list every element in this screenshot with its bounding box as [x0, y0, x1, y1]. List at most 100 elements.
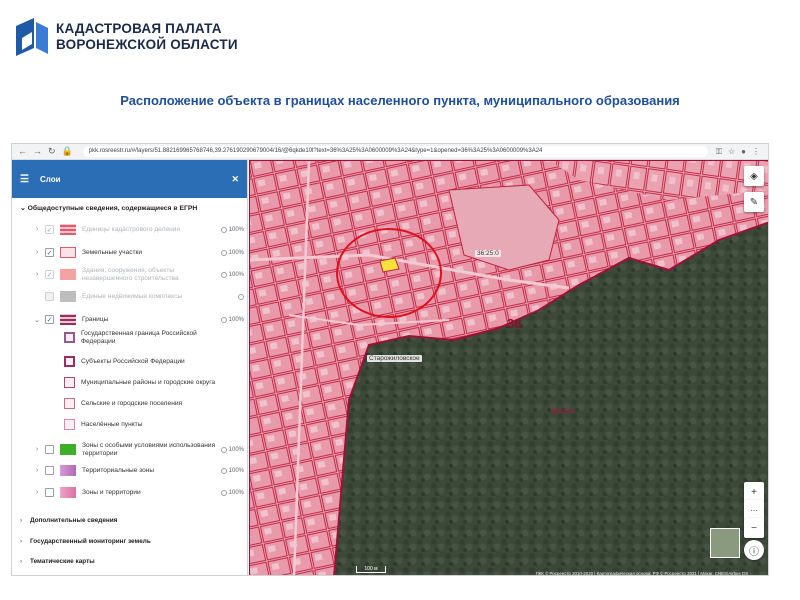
- chevron-down-icon: ⌄: [20, 205, 26, 212]
- chevron-right-icon[interactable]: ›: [32, 249, 42, 256]
- sublayer-municipal-districts[interactable]: Муниципальные районы и городские округа: [64, 377, 244, 388]
- reload-icon[interactable]: ↻: [48, 146, 56, 157]
- sublayer-swatch: [64, 332, 75, 343]
- back-icon[interactable]: ←: [18, 146, 27, 157]
- basemap-thumbnail[interactable]: [710, 528, 740, 558]
- layer-swatch: [60, 224, 76, 235]
- sublayer-subjects[interactable]: Субъекты Российской Федерации: [64, 356, 244, 367]
- browser-toolbar: ← → ↻ 🔒 pkk.rosreestr.ru/#/layers/51.882…: [12, 144, 768, 160]
- opacity-icon[interactable]: [220, 446, 227, 453]
- layers-panel-title: Слои: [40, 174, 61, 184]
- layer-checkbox[interactable]: [45, 292, 54, 301]
- cadastral-zone-label-2: 36:25:0: [475, 250, 501, 257]
- section-additional-info[interactable]: › Дополнительные сведения: [12, 517, 248, 524]
- measure-ruler-icon[interactable]: ✎: [744, 192, 764, 212]
- layer-checkbox[interactable]: [45, 488, 54, 497]
- lock-icon: 🔒: [61, 146, 73, 156]
- layer-row-borders[interactable]: ⌄ ✓ Границы 100%: [12, 314, 248, 325]
- layer-label: Единицы кадастрового деления: [82, 225, 181, 233]
- org-name-line1: КАДАСТРОВАЯ ПАЛАТА: [56, 21, 222, 36]
- layer-swatch: [60, 247, 76, 258]
- map-view[interactable]: Старожиловское 36 36:25:0 36:25:0 ◈ ✎ + …: [249, 160, 769, 576]
- layer-row-cadastral-units[interactable]: › ✓ Единицы кадастрового деления 100%: [12, 224, 248, 235]
- chevron-right-icon: ›: [20, 538, 23, 545]
- sublayer-swatch: [64, 419, 75, 430]
- layer-label: Зоны с особыми условиями использования т…: [82, 442, 216, 457]
- opacity-icon[interactable]: [220, 271, 227, 278]
- layer-checkbox[interactable]: [45, 445, 54, 454]
- layer-swatch: [60, 291, 76, 302]
- key-icon[interactable]: ⚿: [716, 147, 722, 157]
- forward-icon[interactable]: →: [33, 146, 42, 157]
- layer-checkbox[interactable]: [45, 466, 54, 475]
- chevron-right-icon: ›: [20, 517, 23, 524]
- chevron-right-icon[interactable]: ›: [32, 226, 42, 233]
- layer-label: Зоны и территории: [82, 488, 141, 496]
- slide-title: Расположение объекта в границах населенн…: [120, 93, 680, 108]
- zoom-in-button[interactable]: +: [744, 482, 764, 502]
- chevron-right-icon[interactable]: ›: [32, 467, 42, 474]
- section-thematic-maps[interactable]: › Тематические карты: [12, 558, 248, 565]
- egrn-section-title[interactable]: ⌄ Общедоступные сведения, содержащиеся в…: [12, 198, 247, 212]
- close-icon[interactable]: ✕: [231, 174, 239, 185]
- layer-swatch: [60, 314, 76, 325]
- layer-checkbox[interactable]: ✓: [45, 315, 54, 324]
- layer-checkbox[interactable]: ✓: [45, 225, 54, 234]
- opacity-icon[interactable]: [220, 226, 227, 233]
- layer-swatch: [60, 269, 76, 280]
- sublayer-state-border[interactable]: Государственная граница Российской Федер…: [64, 330, 244, 345]
- org-name-line2: ВОРОНЕЖСКОЙ ОБЛАСТИ: [56, 37, 238, 52]
- layer-swatch: [60, 487, 76, 498]
- rosreestr-logo-icon: [16, 18, 48, 56]
- layer-label: Здания, сооружения, объекты незавершенно…: [82, 267, 179, 282]
- sublayer-swatch: [64, 377, 75, 388]
- layer-row-land-plots[interactable]: › ✓ Земельные участки 100%: [12, 247, 248, 258]
- layers-switch-icon[interactable]: ◈: [744, 166, 764, 186]
- opacity-icon[interactable]: [238, 293, 244, 300]
- map-scale: 100 м: [356, 566, 386, 573]
- chevron-right-icon: ›: [20, 558, 23, 565]
- layer-row-special-zones[interactable]: › Зоны с особыми условиями использования…: [12, 442, 248, 457]
- layer-checkbox[interactable]: ✓: [45, 248, 54, 257]
- chevron-down-icon[interactable]: ⌄: [32, 316, 42, 324]
- org-logo: КАДАСТРОВАЯ ПАЛАТА ВОРОНЕЖСКОЙ ОБЛАСТИ: [14, 18, 238, 56]
- sublayer-localities[interactable]: Населённые пункты: [64, 419, 244, 430]
- zoom-out-button[interactable]: −: [744, 518, 764, 538]
- opacity-icon[interactable]: [220, 467, 227, 474]
- settlement-label: Старожиловское: [367, 355, 422, 362]
- hamburger-icon[interactable]: ☰: [20, 174, 30, 185]
- chevron-right-icon[interactable]: ›: [32, 271, 42, 278]
- opacity-icon[interactable]: [220, 489, 227, 496]
- zoom-level-icon: ···: [744, 500, 764, 520]
- district-number-label: 36: [507, 316, 522, 331]
- section-land-monitoring[interactable]: › Государственный мониторинг земель: [12, 538, 248, 545]
- layer-checkbox[interactable]: ✓: [45, 270, 54, 279]
- layer-row-buildings[interactable]: › ✓ Здания, сооружения, объекты незаверш…: [12, 267, 248, 282]
- browser-menu-icon[interactable]: ⋮: [752, 147, 760, 157]
- opacity-icon[interactable]: [220, 316, 227, 323]
- sublayer-swatch: [64, 398, 75, 409]
- chevron-right-icon[interactable]: ›: [32, 446, 42, 453]
- layers-panel: ☰ Слои ✕ ⌄ Общедоступные сведения, содер…: [12, 160, 248, 575]
- layer-swatch: [60, 465, 76, 476]
- address-bar[interactable]: pkk.rosreestr.ru/#/layers/51.88216996576…: [82, 146, 708, 157]
- map-canvas[interactable]: [249, 160, 769, 576]
- layers-panel-header: ☰ Слои ✕: [12, 160, 247, 198]
- layer-row-territorial-zones[interactable]: › Территориальные зоны 100%: [12, 465, 248, 476]
- star-icon[interactable]: ☆: [728, 147, 735, 157]
- layer-label: Границы: [82, 315, 109, 323]
- pkk-screenshot: ← → ↻ 🔒 pkk.rosreestr.ru/#/layers/51.882…: [11, 143, 769, 576]
- chevron-right-icon[interactable]: ›: [32, 489, 42, 496]
- map-attribution: ПКК © Росреестр 2010-2020 | Картографиче…: [535, 571, 748, 576]
- layer-row-complexes[interactable]: Единые недвижимые комплексы: [12, 291, 248, 302]
- layer-label: Единые недвижимые комплексы: [82, 292, 183, 300]
- opacity-icon[interactable]: [220, 249, 227, 256]
- profile-icon[interactable]: ●: [741, 147, 746, 157]
- info-icon[interactable]: ⓘ: [744, 540, 764, 560]
- sublayer-swatch: [64, 356, 75, 367]
- layer-swatch: [60, 444, 76, 455]
- layer-row-zones-territories[interactable]: › Зоны и территории 100%: [12, 487, 248, 498]
- cadastral-zone-label: 36:25:0: [551, 408, 574, 415]
- layer-label: Территориальные зоны: [82, 466, 155, 474]
- sublayer-settlements[interactable]: Сельские и городские поселения: [64, 398, 244, 409]
